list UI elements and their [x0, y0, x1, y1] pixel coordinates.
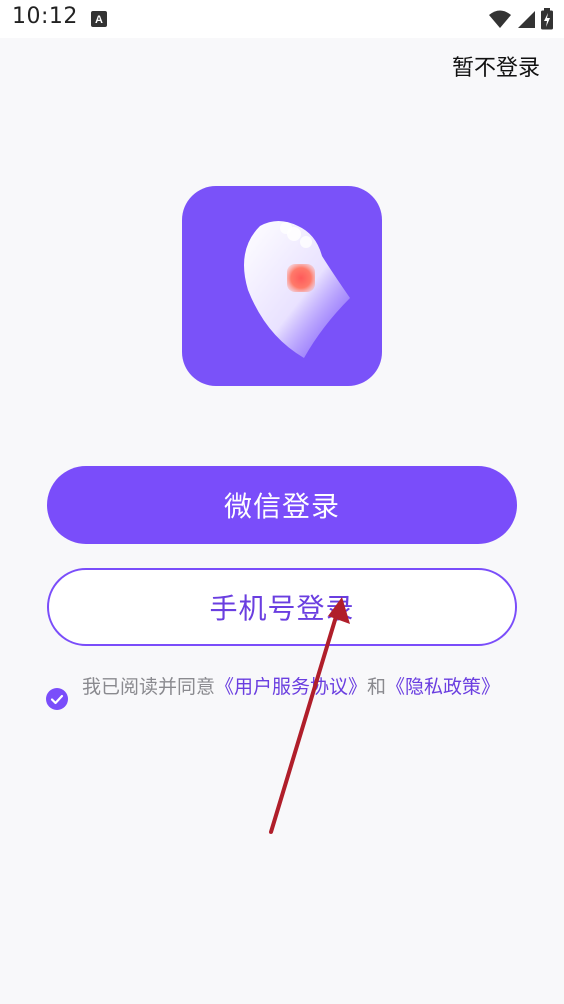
wechat-login-button[interactable]: 微信登录	[47, 466, 517, 544]
agreement-conjunction: 和	[367, 676, 387, 698]
user-agreement-link[interactable]: 《用户服务协议》	[215, 676, 367, 698]
status-bar: 10:12 A	[0, 0, 564, 38]
app-logo	[182, 186, 382, 386]
signal-icon	[518, 11, 535, 28]
agreement-prefix: 我已阅读并同意	[82, 676, 216, 698]
accessibility-a-icon: A	[91, 11, 107, 27]
status-time: 10:12	[12, 4, 78, 29]
svg-text:A: A	[95, 14, 103, 26]
privacy-policy-link[interactable]: 《隐私政策》	[386, 676, 500, 698]
agreement-text: 我已阅读并同意《用户服务协议》和《隐私政策》	[82, 672, 512, 703]
skip-login-button[interactable]: 暂不登录	[452, 50, 540, 82]
check-icon	[50, 694, 64, 705]
status-icons	[488, 8, 554, 30]
app-logo-icon	[244, 221, 350, 358]
agreement-checkbox[interactable]	[46, 688, 68, 710]
battery-icon	[541, 8, 553, 30]
phone-login-button[interactable]: 手机号登录	[47, 568, 517, 646]
wifi-icon	[489, 10, 511, 28]
